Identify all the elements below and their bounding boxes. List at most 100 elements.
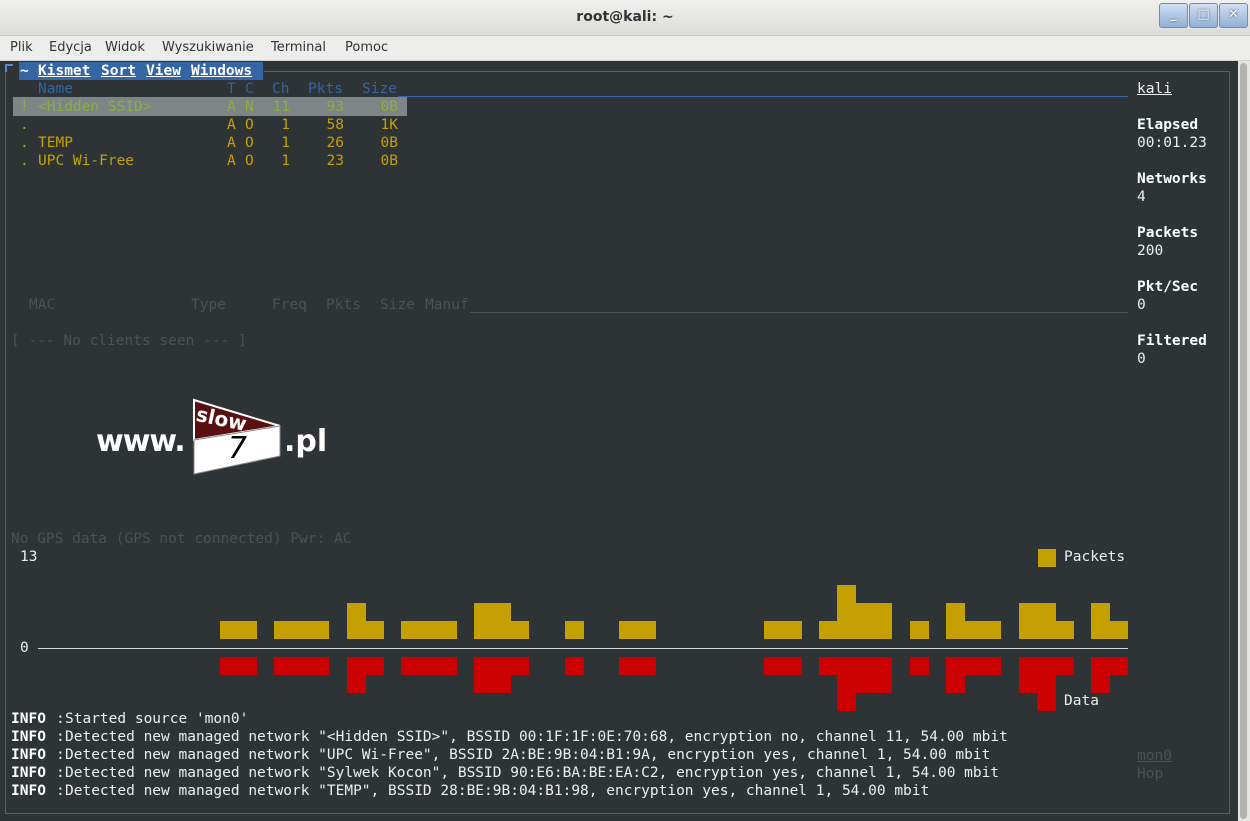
client-header-freq[interactable]: Freq xyxy=(272,296,307,314)
log-line: Detected new managed network "TEMP", BSS… xyxy=(65,783,930,799)
terminal-menubar: Plik Edycja Widok Wyszukiwanie Terminal … xyxy=(0,36,1250,61)
stat-label: Networks xyxy=(1137,171,1207,187)
col-header-name[interactable]: Name xyxy=(38,80,73,98)
source-name: mon0 xyxy=(1137,748,1172,764)
data-bar xyxy=(274,657,294,675)
row-t: A xyxy=(227,135,236,151)
kismet-menu-prefix: ~ xyxy=(20,63,29,79)
log-label: INFO xyxy=(11,729,46,745)
row-name[interactable]: TEMP xyxy=(38,134,73,152)
data-bar xyxy=(909,657,929,675)
stat-value: 0 xyxy=(1137,351,1146,367)
log-label: INFO xyxy=(11,711,46,727)
data-bar xyxy=(510,657,530,675)
stat-label: Elapsed xyxy=(1137,117,1199,133)
stat-label: Pkt/Sec xyxy=(1137,279,1199,295)
window-title: root@kali: ~ xyxy=(576,9,674,25)
data-bar xyxy=(237,657,257,675)
menu-terminal[interactable]: Terminal xyxy=(271,40,326,55)
kismet-menu-windows[interactable]: Windows xyxy=(191,62,252,80)
menu-plik[interactable]: Plik xyxy=(10,40,33,55)
row-size: 0B xyxy=(380,99,398,115)
menu-edycja[interactable]: Edycja xyxy=(49,40,92,55)
col-header-pkts[interactable]: Pkts xyxy=(308,80,343,98)
row-size: 0B xyxy=(380,153,398,169)
packets-bar xyxy=(837,585,857,639)
packets-bar xyxy=(219,621,239,639)
data-bar xyxy=(1109,657,1129,675)
packets-bar xyxy=(1036,603,1056,639)
stat-value: 200 xyxy=(1137,243,1164,259)
packets-bar xyxy=(419,621,439,639)
menu-pomoc[interactable]: Pomoc xyxy=(345,40,388,55)
close-button[interactable]: ✕ xyxy=(1219,3,1248,28)
data-bar xyxy=(292,657,312,675)
data-bar xyxy=(364,657,384,675)
log-colon: : xyxy=(56,711,65,727)
watermark-logo-number: 7 xyxy=(228,431,248,466)
client-header-mac[interactable]: MAC xyxy=(29,296,55,314)
client-header-pkts[interactable]: Pkts xyxy=(326,296,361,314)
log-line: Detected new managed network "Sylwek Koc… xyxy=(65,765,1000,781)
data-bar xyxy=(473,657,493,693)
menu-widok[interactable]: Widok xyxy=(105,40,145,55)
stat-value: 4 xyxy=(1137,189,1146,205)
window-titlebar[interactable]: root@kali: ~ _ □ ✕ xyxy=(0,0,1250,36)
log-line: Detected new managed network "UPC Wi-Fre… xyxy=(65,747,991,763)
data-bar xyxy=(837,657,857,711)
data-bar xyxy=(310,657,330,675)
data-bar xyxy=(346,657,366,693)
kismet-menu-sort[interactable]: Sort xyxy=(101,62,136,80)
client-header-type[interactable]: Type xyxy=(191,296,226,314)
col-header-ch[interactable]: Ch xyxy=(272,80,289,98)
data-bar xyxy=(401,657,421,675)
packets-bar xyxy=(492,603,511,639)
data-bar xyxy=(1036,657,1056,711)
row-pkts: 26 xyxy=(326,135,344,151)
row-t: A xyxy=(227,153,236,169)
row-pkts: 58 xyxy=(326,117,344,133)
kismet-menu-view[interactable]: View xyxy=(146,62,181,80)
graph-zero-label: 0 xyxy=(20,640,29,656)
graph-ymax-label: 13 xyxy=(20,549,38,565)
stat-label: Filtered xyxy=(1137,333,1207,349)
client-header-size[interactable]: Size xyxy=(380,296,415,314)
terminal-scrollbar[interactable] xyxy=(1238,61,1250,821)
packets-bar xyxy=(619,621,639,639)
row-pkts: 93 xyxy=(326,99,344,115)
kismet-menu-kismet[interactable]: Kismet xyxy=(38,62,90,80)
row-name[interactable]: UPC Wi-Free xyxy=(38,152,134,170)
log-line: Detected new managed network "<Hidden SS… xyxy=(65,729,1008,745)
col-header-c[interactable]: C xyxy=(245,80,254,98)
legend-packets-swatch xyxy=(1038,549,1056,567)
menu-wyszukiwanie[interactable]: Wyszukiwanie xyxy=(162,40,254,55)
data-bar xyxy=(982,657,1002,675)
row-name[interactable]: <Hidden SSID> xyxy=(38,98,152,116)
legend-packets-label: Packets xyxy=(1064,549,1126,565)
minimize-button[interactable]: _ xyxy=(1159,3,1188,28)
row-pkts: 23 xyxy=(326,153,344,169)
col-header-t[interactable]: T xyxy=(227,80,236,98)
scrollbar-thumb[interactable] xyxy=(1240,63,1247,819)
packets-bar xyxy=(237,621,257,639)
row-ch: 1 xyxy=(281,135,290,151)
data-bar xyxy=(855,657,875,693)
data-bar xyxy=(1018,657,1038,693)
packets-bar xyxy=(1054,621,1074,639)
packets-bar xyxy=(346,603,366,639)
client-header-manuf[interactable]: Manuf xyxy=(425,296,469,314)
maximize-button[interactable]: □ xyxy=(1189,3,1218,28)
row-ch: 11 xyxy=(272,99,290,115)
data-bar xyxy=(219,657,239,675)
log-label: INFO xyxy=(11,765,46,781)
row-c: O xyxy=(245,117,254,133)
log-colon: : xyxy=(56,765,65,781)
log-label: INFO xyxy=(11,747,46,763)
col-header-size[interactable]: Size xyxy=(362,80,397,98)
packets-bar xyxy=(1018,603,1038,639)
row-t: A xyxy=(227,117,236,133)
data-bar xyxy=(782,657,802,675)
packets-bar xyxy=(782,621,802,639)
data-bar xyxy=(946,657,965,693)
packets-bar xyxy=(510,621,530,639)
